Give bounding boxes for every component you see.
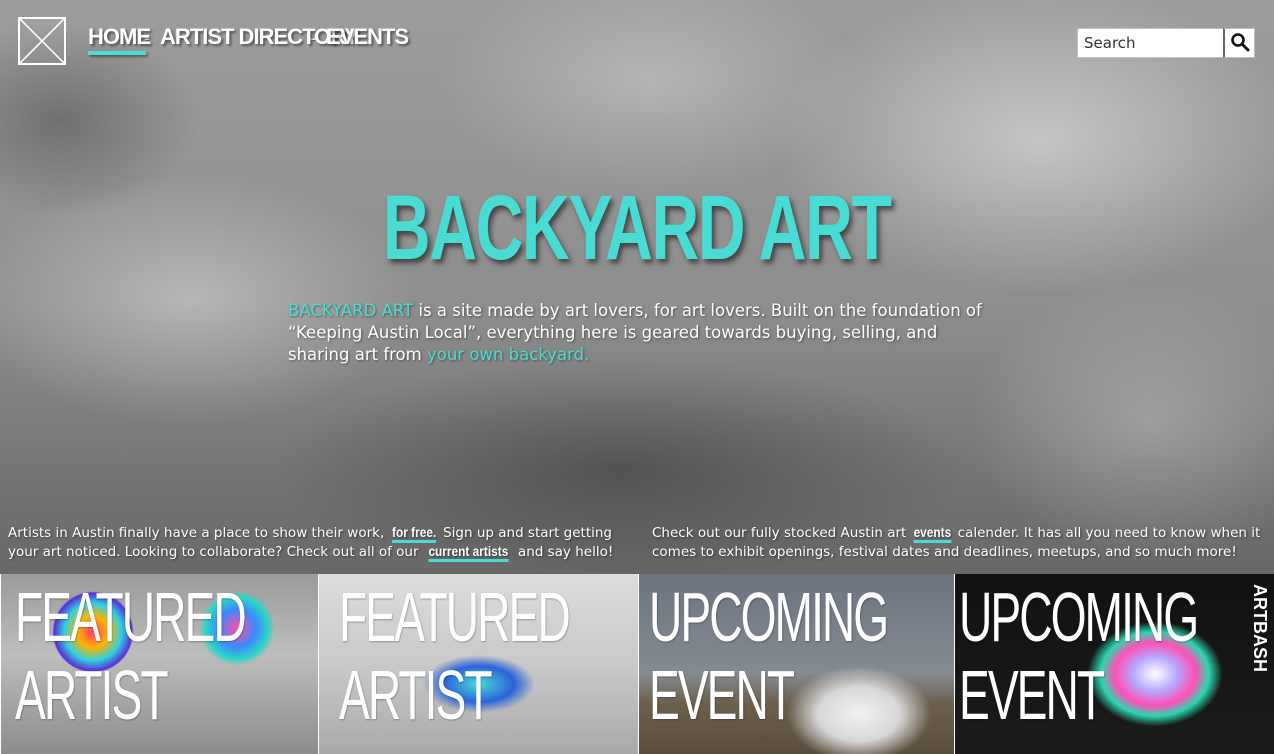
search-bar — [1077, 28, 1255, 58]
featured-artist-tile[interactable]: FEATURED ARTIST — [318, 574, 638, 754]
tile-label: UPCOMING EVENT — [649, 578, 889, 734]
upcoming-event-tile[interactable]: UPCOMING EVENT — [638, 574, 954, 754]
tile-label: FEATURED ARTIST — [15, 578, 247, 734]
brand-name: BACKYARD ART — [288, 301, 414, 320]
x-box-logo-icon[interactable] — [18, 17, 66, 65]
page-title: BACKYARD ART — [0, 178, 1274, 278]
tile-label-line: UPCOMING — [649, 578, 889, 656]
tile-label-line: EVENT — [959, 656, 1105, 734]
upcoming-event-tile[interactable]: UPCOMING EVENT ARTBASH — [954, 574, 1274, 754]
events-link[interactable]: events — [913, 525, 951, 543]
feature-tiles: FEATURED ARTIST FEATURED ARTIST UPCOMING… — [0, 574, 1274, 754]
artists-info: Artists in Austin finally have a place t… — [8, 524, 630, 562]
current-artists-link[interactable]: current artists — [428, 544, 509, 562]
tile-label-line: EVENT — [649, 656, 795, 734]
tile-label-line: ARTIST — [15, 656, 169, 734]
main-nav: HOME - ARTIST DIRECTORY - EVENTS — [88, 24, 409, 58]
featured-artist-tile[interactable]: FEATURED ARTIST — [0, 574, 318, 754]
artists-info-text: and say hello! — [513, 544, 614, 560]
search-icon — [1230, 32, 1250, 55]
artbash-logo: ARTBASH — [1250, 584, 1270, 672]
hero-title-text: BACKYARD ART — [383, 177, 892, 279]
your-own-backyard-link[interactable]: your own backyard. — [427, 345, 589, 364]
tile-label-line: ARTIST — [339, 656, 493, 734]
nav-events[interactable]: EVENTS — [326, 24, 409, 53]
artists-info-text: Artists in Austin finally have a place t… — [8, 525, 389, 541]
search-input[interactable] — [1077, 28, 1223, 58]
tile-label-line: UPCOMING — [959, 578, 1199, 656]
for-free-link[interactable]: for free. — [391, 525, 436, 543]
nav-home[interactable]: HOME — [88, 24, 151, 53]
tile-label: UPCOMING EVENT — [959, 578, 1199, 734]
hero-description: BACKYARD ART is a site made by art lover… — [288, 300, 988, 366]
events-info: Check out our fully stocked Austin art e… — [652, 524, 1268, 561]
tile-label: FEATURED ARTIST — [339, 578, 571, 734]
tile-label-line: FEATURED — [339, 578, 571, 656]
search-button[interactable] — [1223, 28, 1255, 58]
tile-label-line: FEATURED — [15, 578, 247, 656]
events-info-text: Check out our fully stocked Austin art — [652, 525, 911, 541]
